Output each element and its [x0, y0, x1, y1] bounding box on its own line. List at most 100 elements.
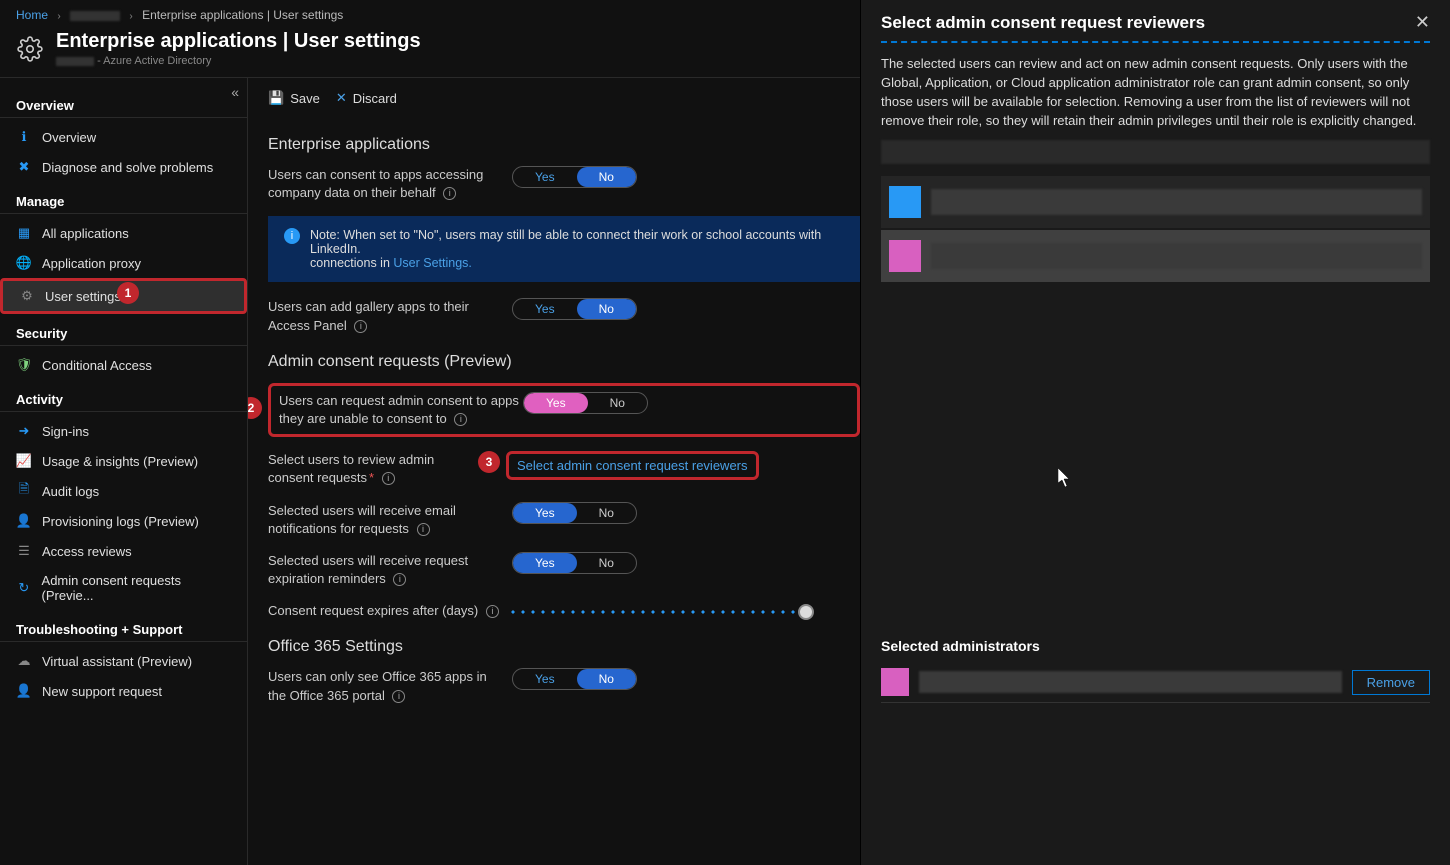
- toggle-no[interactable]: No: [577, 553, 636, 573]
- close-icon[interactable]: ✕: [1415, 12, 1430, 33]
- gear-icon: [16, 35, 44, 63]
- chart-icon: 📈: [16, 453, 32, 469]
- toggle-office-only[interactable]: Yes No: [512, 668, 637, 690]
- sidebar-item-signins[interactable]: ➜ Sign-ins: [0, 416, 247, 446]
- sidebar-item-label: Usage & insights (Preview): [42, 454, 198, 469]
- selected-admins-heading: Selected administrators: [881, 638, 1430, 654]
- annotation-badge-2: 2: [248, 397, 262, 419]
- sidebar: « Overview ℹ Overview ✖ Diagnose and sol…: [0, 78, 248, 865]
- annotation-badge-3: 3: [478, 451, 500, 473]
- toggle-no[interactable]: No: [588, 393, 647, 413]
- select-reviewers-link[interactable]: Select admin consent request reviewers: [517, 458, 748, 473]
- list-icon: ☰: [16, 543, 32, 559]
- sidebar-item-admin-consent[interactable]: ↻ Admin consent requests (Previe...: [0, 566, 247, 610]
- sidebar-item-usage[interactable]: 📈 Usage & insights (Preview): [0, 446, 247, 476]
- sidebar-item-label: Conditional Access: [42, 358, 152, 373]
- sidebar-section-activity: Activity: [0, 380, 247, 412]
- info-icon[interactable]: i: [354, 320, 367, 333]
- sidebar-item-support[interactable]: 👤 New support request: [0, 676, 247, 706]
- sidebar-section-overview: Overview: [0, 86, 247, 118]
- collapse-icon[interactable]: «: [231, 84, 239, 100]
- sidebar-section-security: Security: [0, 314, 247, 346]
- support-icon: 👤: [16, 683, 32, 699]
- setting-expire-reminders: Selected users will receive request expi…: [268, 552, 860, 588]
- sidebar-item-access[interactable]: ☰ Access reviews: [0, 536, 247, 566]
- toggle-gallery-apps[interactable]: Yes No: [512, 298, 637, 320]
- toggle-request-consent[interactable]: Yes No: [523, 392, 648, 414]
- reviewers-panel: Select admin consent request reviewers ✕…: [860, 0, 1450, 865]
- page-title: Enterprise applications | User settings: [56, 30, 421, 53]
- info-icon[interactable]: i: [486, 605, 499, 618]
- setting-label: Users can add gallery apps to their Acce…: [268, 298, 508, 334]
- info-bar: i Note: When set to "No", users may stil…: [268, 216, 860, 282]
- toggle-email-notif[interactable]: Yes No: [512, 502, 637, 524]
- toggle-yes[interactable]: Yes: [513, 299, 577, 319]
- save-icon: 💾: [268, 90, 284, 106]
- avatar: [881, 668, 909, 696]
- remove-button[interactable]: Remove: [1352, 670, 1430, 695]
- toggle-no[interactable]: No: [577, 669, 636, 689]
- sidebar-item-all-apps[interactable]: ▦ All applications: [0, 218, 247, 248]
- breadcrumb-home[interactable]: Home: [16, 8, 48, 22]
- discard-button[interactable]: ✕ Discard: [336, 90, 397, 106]
- setting-label: Users can request admin consent to apps …: [279, 392, 519, 428]
- sidebar-item-audit[interactable]: 🗎 Audit logs: [0, 476, 247, 506]
- info-icon[interactable]: i: [417, 523, 430, 536]
- toggle-yes[interactable]: Yes: [513, 553, 577, 573]
- info-icon[interactable]: i: [454, 413, 467, 426]
- sidebar-item-diagnose[interactable]: ✖ Diagnose and solve problems: [0, 152, 247, 182]
- sidebar-item-label: All applications: [42, 226, 129, 241]
- info-icon[interactable]: i: [382, 472, 395, 485]
- reviewer-row[interactable]: [881, 176, 1430, 228]
- sync-icon: ↻: [16, 580, 32, 596]
- search-input[interactable]: [881, 140, 1430, 164]
- sidebar-item-label: Diagnose and solve problems: [42, 160, 213, 175]
- setting-label: Selected users will receive email notifi…: [268, 502, 508, 538]
- save-label: Save: [290, 91, 320, 106]
- section-enterprise: Enterprise applications: [268, 136, 860, 154]
- sidebar-item-app-proxy[interactable]: 🌐 Application proxy: [0, 248, 247, 278]
- info-icon[interactable]: i: [443, 187, 456, 200]
- gear-icon: ⚙: [19, 288, 35, 304]
- save-button[interactable]: 💾 Save: [268, 90, 320, 106]
- sidebar-item-label: Admin consent requests (Previe...: [42, 573, 231, 603]
- expires-slider[interactable]: [508, 610, 808, 614]
- user-settings-link[interactable]: User Settings.: [393, 256, 472, 270]
- toggle-yes[interactable]: Yes: [513, 167, 577, 187]
- toggle-no[interactable]: No: [577, 167, 636, 187]
- slider-thumb[interactable]: [798, 604, 814, 620]
- sidebar-item-label: Overview: [42, 130, 96, 145]
- sidebar-item-label: User settings: [45, 289, 121, 304]
- reviewer-row[interactable]: [881, 230, 1430, 282]
- sidebar-item-provisioning[interactable]: 👤 Provisioning logs (Preview): [0, 506, 247, 536]
- sidebar-item-virtual[interactable]: ☁ Virtual assistant (Preview): [0, 646, 247, 676]
- setting-office-only: Users can only see Office 365 apps in th…: [268, 668, 860, 704]
- reviewer-name-redacted: [931, 243, 1422, 269]
- toggle-yes[interactable]: Yes: [513, 669, 577, 689]
- user-icon: 👤: [16, 513, 32, 529]
- page-header: Enterprise applications | User settings …: [0, 26, 860, 77]
- avatar: [889, 240, 921, 272]
- section-office: Office 365 Settings: [268, 638, 860, 656]
- panel-divider: [881, 41, 1430, 43]
- sidebar-item-label: New support request: [42, 684, 162, 699]
- info-icon[interactable]: i: [393, 573, 406, 586]
- grid-icon: ▦: [16, 225, 32, 241]
- sidebar-section-troubleshoot: Troubleshooting + Support: [0, 610, 247, 642]
- bot-icon: ☁: [16, 653, 32, 669]
- setting-request-consent: Users can request admin consent to apps …: [268, 383, 860, 437]
- sidebar-item-conditional[interactable]: 🛡 Conditional Access: [0, 350, 247, 380]
- toggle-no[interactable]: No: [577, 503, 636, 523]
- toggle-yes[interactable]: Yes: [524, 393, 588, 413]
- panel-title: Select admin consent request reviewers: [881, 13, 1205, 33]
- panel-description: The selected users can review and act on…: [881, 55, 1430, 130]
- toggle-yes[interactable]: Yes: [513, 503, 577, 523]
- shield-icon: 🛡: [16, 357, 32, 373]
- toggle-expire-reminders[interactable]: Yes No: [512, 552, 637, 574]
- sidebar-item-overview[interactable]: ℹ Overview: [0, 122, 247, 152]
- close-icon: ✕: [336, 90, 347, 106]
- info-icon[interactable]: i: [392, 690, 405, 703]
- annotation-badge-1: 1: [117, 282, 139, 304]
- toggle-consent-apps[interactable]: Yes No: [512, 166, 637, 188]
- toggle-no[interactable]: No: [577, 299, 636, 319]
